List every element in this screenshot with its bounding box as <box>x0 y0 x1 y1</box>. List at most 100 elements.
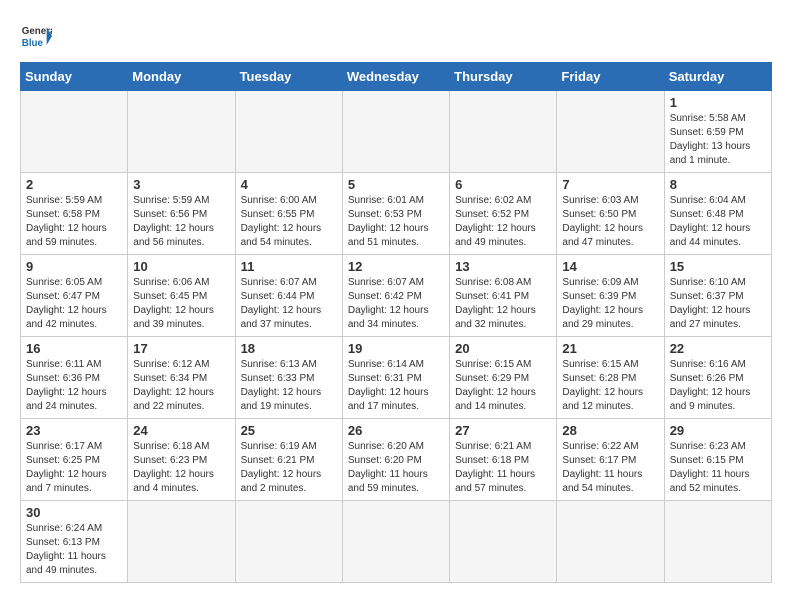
calendar-cell: 23 Sunrise: 6:17 AMSunset: 6:25 PMDayligh… <box>21 419 128 501</box>
day-number: 28 <box>562 423 658 438</box>
day-number: 2 <box>26 177 122 192</box>
calendar-cell: 20 Sunrise: 6:15 AMSunset: 6:29 PMDayligh… <box>450 337 557 419</box>
calendar-cell: 30 Sunrise: 6:24 AMSunset: 6:13 PMDayligh… <box>21 501 128 583</box>
calendar-cell <box>450 501 557 583</box>
day-info: Sunrise: 6:13 AMSunset: 6:33 PMDaylight:… <box>241 358 337 414</box>
day-number: 30 <box>26 505 122 520</box>
day-number: 11 <box>241 259 337 274</box>
calendar-cell: 10 Sunrise: 6:06 AMSunset: 6:45 PMDayligh… <box>128 255 235 337</box>
day-number: 25 <box>241 423 337 438</box>
day-number: 10 <box>133 259 229 274</box>
day-info: Sunrise: 6:14 AMSunset: 6:31 PMDaylight:… <box>348 358 444 414</box>
day-info: Sunrise: 6:15 AMSunset: 6:29 PMDaylight:… <box>455 358 551 414</box>
day-info: Sunrise: 6:17 AMSunset: 6:25 PMDaylight:… <box>26 440 122 496</box>
day-number: 23 <box>26 423 122 438</box>
day-number: 3 <box>133 177 229 192</box>
day-info: Sunrise: 6:11 AMSunset: 6:36 PMDaylight:… <box>26 358 122 414</box>
day-number: 12 <box>348 259 444 274</box>
calendar-table: SundayMondayTuesdayWednesdayThursdayFrid… <box>20 62 772 583</box>
day-info: Sunrise: 6:07 AMSunset: 6:44 PMDaylight:… <box>241 276 337 332</box>
day-number: 7 <box>562 177 658 192</box>
calendar-cell: 18Sunrise: 6:13 AMSunset: 6:33 PMDayligh… <box>235 337 342 419</box>
day-info: Sunrise: 6:06 AMSunset: 6:45 PMDaylight:… <box>133 276 229 332</box>
day-number: 17 <box>133 341 229 356</box>
weekday-header-tuesday: Tuesday <box>235 63 342 91</box>
calendar-cell: 16 Sunrise: 6:11 AMSunset: 6:36 PMDayligh… <box>21 337 128 419</box>
day-info: Sunrise: 6:07 AMSunset: 6:42 PMDaylight:… <box>348 276 444 332</box>
weekday-header-thursday: Thursday <box>450 63 557 91</box>
day-number: 4 <box>241 177 337 192</box>
calendar-cell: 2 Sunrise: 5:59 AMSunset: 6:58 PMDaylight… <box>21 173 128 255</box>
day-info: Sunrise: 6:05 AMSunset: 6:47 PMDaylight:… <box>26 276 122 332</box>
calendar-cell <box>128 91 235 173</box>
day-number: 22 <box>670 341 766 356</box>
calendar-cell: 5 Sunrise: 6:01 AMSunset: 6:53 PMDaylight… <box>342 173 449 255</box>
day-number: 24 <box>133 423 229 438</box>
day-info: Sunrise: 6:03 AMSunset: 6:50 PMDaylight:… <box>562 194 658 250</box>
calendar-cell: 11 Sunrise: 6:07 AMSunset: 6:44 PMDayligh… <box>235 255 342 337</box>
day-number: 14 <box>562 259 658 274</box>
calendar-cell: 9 Sunrise: 6:05 AMSunset: 6:47 PMDaylight… <box>21 255 128 337</box>
weekday-header-sunday: Sunday <box>21 63 128 91</box>
calendar-cell <box>235 91 342 173</box>
calendar-cell: 8Sunrise: 6:04 AMSunset: 6:48 PMDaylight… <box>664 173 771 255</box>
calendar-cell: 26Sunrise: 6:20 AMSunset: 6:20 PMDayligh… <box>342 419 449 501</box>
calendar-cell <box>128 501 235 583</box>
day-info: Sunrise: 6:04 AMSunset: 6:48 PMDaylight:… <box>670 194 766 250</box>
calendar-cell: 6Sunrise: 6:02 AMSunset: 6:52 PMDaylight… <box>450 173 557 255</box>
day-number: 5 <box>348 177 444 192</box>
weekday-header-saturday: Saturday <box>664 63 771 91</box>
page-header: General Blue <box>20 20 772 52</box>
day-number: 1 <box>670 95 766 110</box>
day-info: Sunrise: 6:23 AMSunset: 6:15 PMDaylight:… <box>670 440 766 496</box>
calendar-cell: 21Sunrise: 6:15 AMSunset: 6:28 PMDayligh… <box>557 337 664 419</box>
day-number: 15 <box>670 259 766 274</box>
calendar-cell: 15 Sunrise: 6:10 AMSunset: 6:37 PMDayligh… <box>664 255 771 337</box>
calendar-cell <box>342 91 449 173</box>
calendar-cell: 12 Sunrise: 6:07 AMSunset: 6:42 PMDayligh… <box>342 255 449 337</box>
calendar-cell: 25 Sunrise: 6:19 AMSunset: 6:21 PMDayligh… <box>235 419 342 501</box>
calendar-cell <box>557 501 664 583</box>
day-info: Sunrise: 6:09 AMSunset: 6:39 PMDaylight:… <box>562 276 658 332</box>
calendar-cell <box>342 501 449 583</box>
day-info: Sunrise: 6:10 AMSunset: 6:37 PMDaylight:… <box>670 276 766 332</box>
day-number: 29 <box>670 423 766 438</box>
weekday-header-monday: Monday <box>128 63 235 91</box>
calendar-cell: 13 Sunrise: 6:08 AMSunset: 6:41 PMDayligh… <box>450 255 557 337</box>
svg-text:Blue: Blue <box>22 38 44 49</box>
calendar-cell: 3 Sunrise: 5:59 AMSunset: 6:56 PMDaylight… <box>128 173 235 255</box>
day-number: 9 <box>26 259 122 274</box>
day-info: Sunrise: 6:20 AMSunset: 6:20 PMDaylight:… <box>348 440 444 496</box>
day-info: Sunrise: 6:21 AMSunset: 6:18 PMDaylight:… <box>455 440 551 496</box>
day-info: Sunrise: 5:59 AMSunset: 6:56 PMDaylight:… <box>133 194 229 250</box>
calendar-cell: 17 Sunrise: 6:12 AMSunset: 6:34 PMDayligh… <box>128 337 235 419</box>
calendar-cell: 24 Sunrise: 6:18 AMSunset: 6:23 PMDayligh… <box>128 419 235 501</box>
day-info: Sunrise: 6:24 AMSunset: 6:13 PMDaylight:… <box>26 522 122 578</box>
day-number: 20 <box>455 341 551 356</box>
day-info: Sunrise: 6:12 AMSunset: 6:34 PMDaylight:… <box>133 358 229 414</box>
calendar-cell <box>21 91 128 173</box>
day-info: Sunrise: 6:01 AMSunset: 6:53 PMDaylight:… <box>348 194 444 250</box>
day-info: Sunrise: 6:18 AMSunset: 6:23 PMDaylight:… <box>133 440 229 496</box>
calendar-cell: 27 Sunrise: 6:21 AMSunset: 6:18 PMDayligh… <box>450 419 557 501</box>
calendar-cell: 28Sunrise: 6:22 AMSunset: 6:17 PMDayligh… <box>557 419 664 501</box>
day-info: Sunrise: 5:58 AMSunset: 6:59 PMDaylight:… <box>670 112 766 168</box>
calendar-cell <box>557 91 664 173</box>
calendar-cell: 19 Sunrise: 6:14 AMSunset: 6:31 PMDayligh… <box>342 337 449 419</box>
logo-icon: General Blue <box>20 20 52 52</box>
calendar-cell: 1 Sunrise: 5:58 AMSunset: 6:59 PMDaylight… <box>664 91 771 173</box>
day-info: Sunrise: 6:19 AMSunset: 6:21 PMDaylight:… <box>241 440 337 496</box>
day-number: 19 <box>348 341 444 356</box>
day-number: 27 <box>455 423 551 438</box>
day-number: 6 <box>455 177 551 192</box>
day-number: 13 <box>455 259 551 274</box>
day-number: 21 <box>562 341 658 356</box>
day-info: Sunrise: 5:59 AMSunset: 6:58 PMDaylight:… <box>26 194 122 250</box>
calendar-cell: 29 Sunrise: 6:23 AMSunset: 6:15 PMDayligh… <box>664 419 771 501</box>
day-number: 16 <box>26 341 122 356</box>
day-info: Sunrise: 6:08 AMSunset: 6:41 PMDaylight:… <box>455 276 551 332</box>
weekday-header-wednesday: Wednesday <box>342 63 449 91</box>
day-info: Sunrise: 6:16 AMSunset: 6:26 PMDaylight:… <box>670 358 766 414</box>
calendar-cell: 4Sunrise: 6:00 AMSunset: 6:55 PMDaylight… <box>235 173 342 255</box>
calendar-cell: 14 Sunrise: 6:09 AMSunset: 6:39 PMDayligh… <box>557 255 664 337</box>
